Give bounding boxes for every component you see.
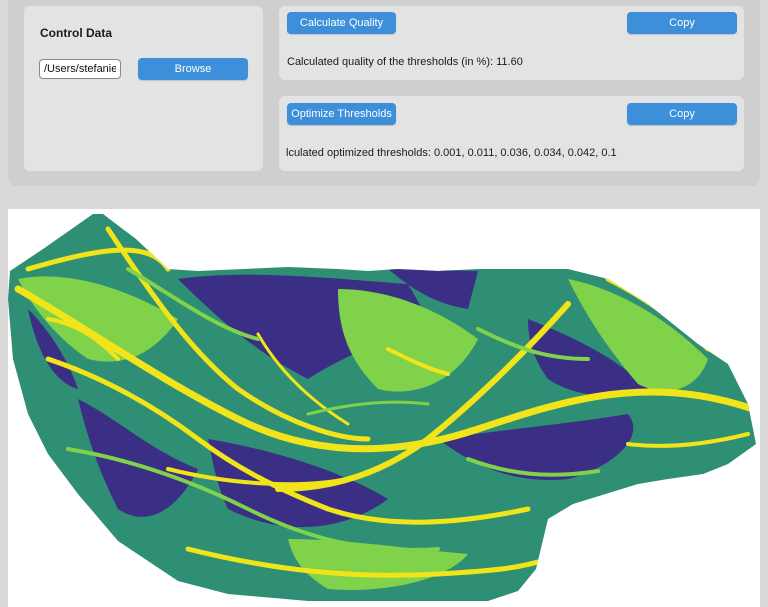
thresholds-result-text: lculated optimized thresholds: 0.001, 0.…: [286, 147, 617, 159]
copy-quality-button[interactable]: Copy: [627, 12, 737, 34]
optimize-thresholds-button[interactable]: Optimize Thresholds: [287, 103, 396, 125]
quality-result-text: Calculated quality of the thresholds (in…: [287, 56, 523, 68]
control-data-title: Control Data: [40, 26, 112, 40]
browse-button[interactable]: Browse: [138, 58, 248, 80]
path-input[interactable]: [39, 59, 121, 79]
copy-thresholds-button[interactable]: Copy: [627, 103, 737, 125]
classification-map-area: [8, 209, 760, 607]
classification-map-image: [8, 214, 756, 601]
calculate-quality-button[interactable]: Calculate Quality: [287, 12, 396, 34]
